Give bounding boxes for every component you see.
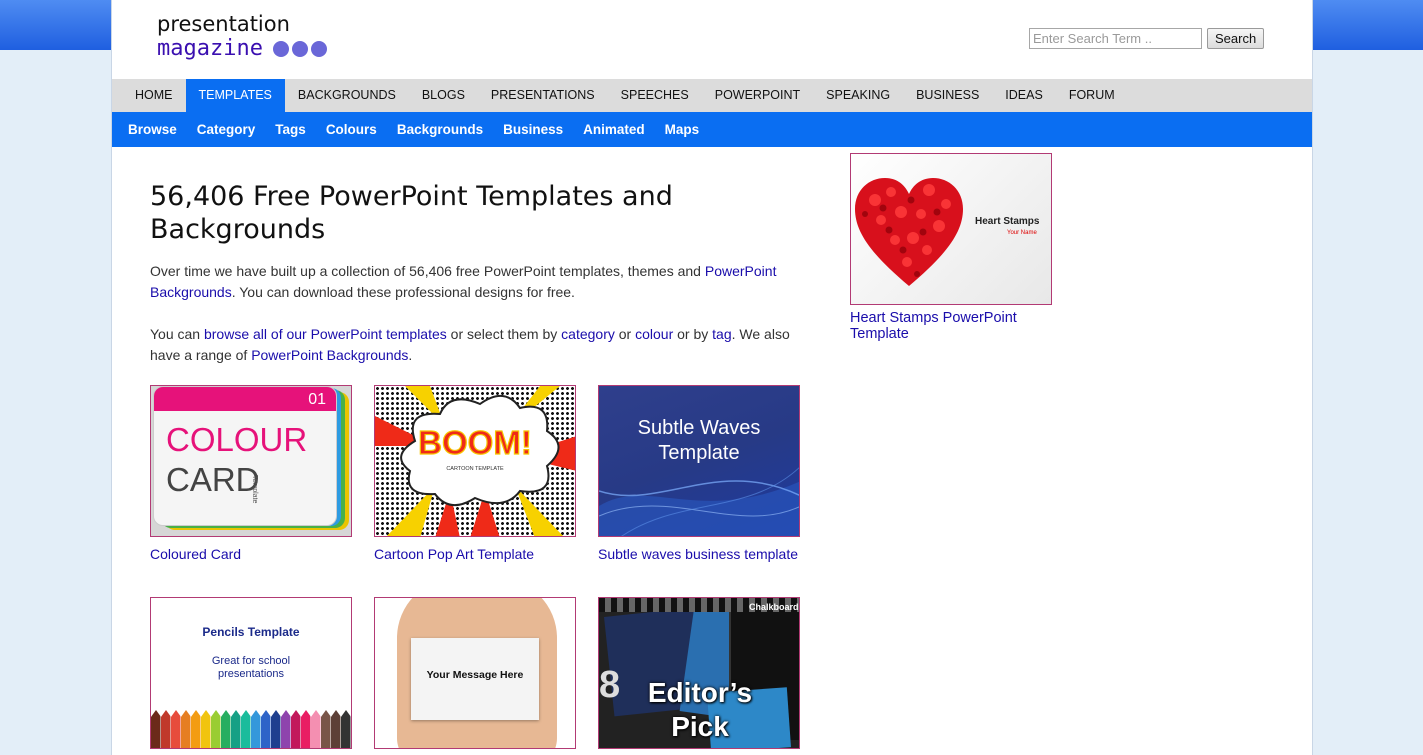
sidebar-link-heart-stamps[interactable]: Heart Stamps PowerPoint Template bbox=[850, 310, 1060, 342]
browse-text-6: . bbox=[408, 347, 413, 363]
template-link-coloured-card[interactable]: Coloured Card bbox=[150, 546, 355, 562]
logo-text-magazine: magazine bbox=[157, 36, 263, 61]
subnav-maps[interactable]: Maps bbox=[655, 112, 710, 147]
link-browse-all-templates[interactable]: browse all of our PowerPoint templates bbox=[204, 326, 447, 342]
template-thumbnail-editors-pick[interactable]: Chalkboard 8 Editor’s Pick bbox=[598, 597, 800, 749]
thumb-film-number: 8 bbox=[599, 664, 621, 706]
intro-paragraph: Over time we have built up a collection … bbox=[150, 261, 810, 303]
subnav-colours[interactable]: Colours bbox=[316, 112, 387, 147]
nav-ideas[interactable]: IDEAS bbox=[992, 79, 1056, 112]
thumb-pencils-title: Pencils Template bbox=[202, 625, 300, 639]
nav-home[interactable]: HOME bbox=[122, 79, 186, 112]
intro-text-1: Over time we have built up a collection … bbox=[150, 263, 705, 279]
page-title: 56,406 Free PowerPoint Templates and Bac… bbox=[150, 181, 673, 245]
logo-dots-icon bbox=[272, 41, 327, 57]
nav-forum[interactable]: FORUM bbox=[1056, 79, 1128, 112]
link-tag[interactable]: tag bbox=[712, 326, 731, 342]
nav-business[interactable]: BUSINESS bbox=[903, 79, 992, 112]
subnav-backgrounds[interactable]: Backgrounds bbox=[387, 112, 493, 147]
nav-speaking[interactable]: SPEAKING bbox=[813, 79, 903, 112]
site-logo[interactable]: presentation magazine bbox=[157, 12, 327, 62]
thumb-card-message: Your Message Here bbox=[426, 669, 524, 681]
template-thumbnail-business-card[interactable]: Your Message Here bbox=[374, 597, 576, 749]
browse-text-1: You can bbox=[150, 326, 204, 342]
business-card-graphic: Your Message Here bbox=[411, 638, 539, 720]
thumb-pencils-sub2: presentations bbox=[217, 668, 285, 680]
thumb-word-colour: COLOUR bbox=[166, 421, 308, 458]
nav-templates[interactable]: TEMPLATES bbox=[185, 79, 285, 112]
nav-backgrounds[interactable]: BACKGROUNDS bbox=[285, 79, 409, 112]
thumb-waves-line2: Template bbox=[658, 442, 740, 464]
nav-presentations[interactable]: PRESENTATIONS bbox=[478, 79, 608, 112]
thumb-heart-subtitle: Your Name bbox=[1007, 230, 1037, 236]
template-thumbnail-subtle-waves[interactable]: Subtle Waves Template bbox=[598, 385, 800, 537]
search-button[interactable]: Search bbox=[1207, 28, 1265, 49]
browse-text-4: or by bbox=[673, 326, 713, 342]
editors-pick-line2: Pick bbox=[671, 711, 729, 742]
nav-blogs[interactable]: BLOGS bbox=[409, 79, 478, 112]
search-input[interactable] bbox=[1029, 28, 1202, 49]
link-category[interactable]: category bbox=[561, 326, 615, 342]
template-card-editors-pick: Chalkboard 8 Editor’s Pick bbox=[598, 597, 803, 755]
template-thumbnail-cartoon-pop-art[interactable]: BOOM! CARTOON TEMPLATE bbox=[374, 385, 576, 537]
thumb-heart-title: Heart Stamps bbox=[975, 216, 1040, 227]
main-navigation: HOME TEMPLATES BACKGROUNDS BLOGS PRESENT… bbox=[112, 79, 1312, 112]
nav-speeches[interactable]: SPEECHES bbox=[608, 79, 702, 112]
template-card-subtle-waves: Subtle Waves Template Subtle waves busin… bbox=[598, 385, 803, 562]
intro-text-2: . You can download these professional de… bbox=[231, 284, 575, 300]
thumb-waves-line1: Subtle Waves bbox=[637, 417, 761, 439]
thumb-tab-number: 01 bbox=[154, 387, 336, 411]
thumb-chalkboard-label: Chalkboard bbox=[749, 602, 799, 612]
subnav-tags[interactable]: Tags bbox=[265, 112, 316, 147]
editors-pick-badge: Editor’s Pick bbox=[635, 676, 765, 744]
page-container: presentation magazine Search HOME TEMPLA… bbox=[111, 0, 1313, 755]
subnav-animated[interactable]: Animated bbox=[573, 112, 655, 147]
browse-text-3: or bbox=[614, 326, 636, 342]
template-link-cartoon-pop-art[interactable]: Cartoon Pop Art Template bbox=[374, 546, 579, 562]
sidebar-featured: Heart Stamps Your Name Heart Stamps Powe… bbox=[850, 153, 1060, 342]
browse-paragraph: You can browse all of our PowerPoint tem… bbox=[150, 324, 810, 366]
subnav-category[interactable]: Category bbox=[187, 112, 266, 147]
template-thumbnail-heart-stamps[interactable]: Heart Stamps Your Name bbox=[850, 153, 1052, 305]
link-colour[interactable]: colour bbox=[635, 326, 673, 342]
template-card-pencils: Pencils Template Great for school presen… bbox=[150, 597, 355, 755]
thumb-word-card: CARD bbox=[166, 461, 260, 498]
thumb-word-template: Template bbox=[251, 475, 258, 504]
pencils-row-graphic bbox=[151, 710, 351, 748]
subnav-business[interactable]: Business bbox=[493, 112, 573, 147]
thumb-pencils-subtitle: Great for school presentations bbox=[151, 655, 351, 681]
logo-text-magazine-row: magazine bbox=[157, 36, 327, 62]
logo-text-presentation: presentation bbox=[157, 12, 290, 36]
subnav-browse[interactable]: Browse bbox=[118, 112, 187, 147]
thumb-pencils-sub1: Great for school bbox=[211, 655, 291, 667]
thumb-boom-sub: CARTOON TEMPLATE bbox=[446, 466, 504, 472]
editors-pick-line1: Editor’s bbox=[647, 677, 753, 708]
thumb-boom-word: BOOM! bbox=[418, 423, 533, 461]
template-link-subtle-waves[interactable]: Subtle waves business template bbox=[598, 546, 803, 562]
link-powerpoint-backgrounds-2[interactable]: PowerPoint Backgrounds bbox=[251, 347, 408, 363]
thumb-waves-text: Subtle Waves Template bbox=[599, 416, 799, 466]
template-card-coloured-card: 01 COLOUR CARD Template Coloured Card bbox=[150, 385, 355, 562]
template-thumbnail-coloured-card[interactable]: 01 COLOUR CARD Template bbox=[150, 385, 352, 537]
browse-text-2: or select them by bbox=[446, 326, 562, 342]
nav-powerpoint[interactable]: POWERPOINT bbox=[702, 79, 813, 112]
main-content: 56,406 Free PowerPoint Templates and Bac… bbox=[150, 180, 810, 366]
sub-navigation: Browse Category Tags Colours Backgrounds… bbox=[112, 112, 1312, 147]
template-card-cartoon-pop-art: BOOM! CARTOON TEMPLATE Cartoon Pop Art T… bbox=[374, 385, 579, 562]
template-thumbnail-pencils[interactable]: Pencils Template Great for school presen… bbox=[150, 597, 352, 749]
search-form: Search bbox=[1029, 28, 1265, 49]
template-card-business-card: Your Message Here bbox=[374, 597, 579, 755]
